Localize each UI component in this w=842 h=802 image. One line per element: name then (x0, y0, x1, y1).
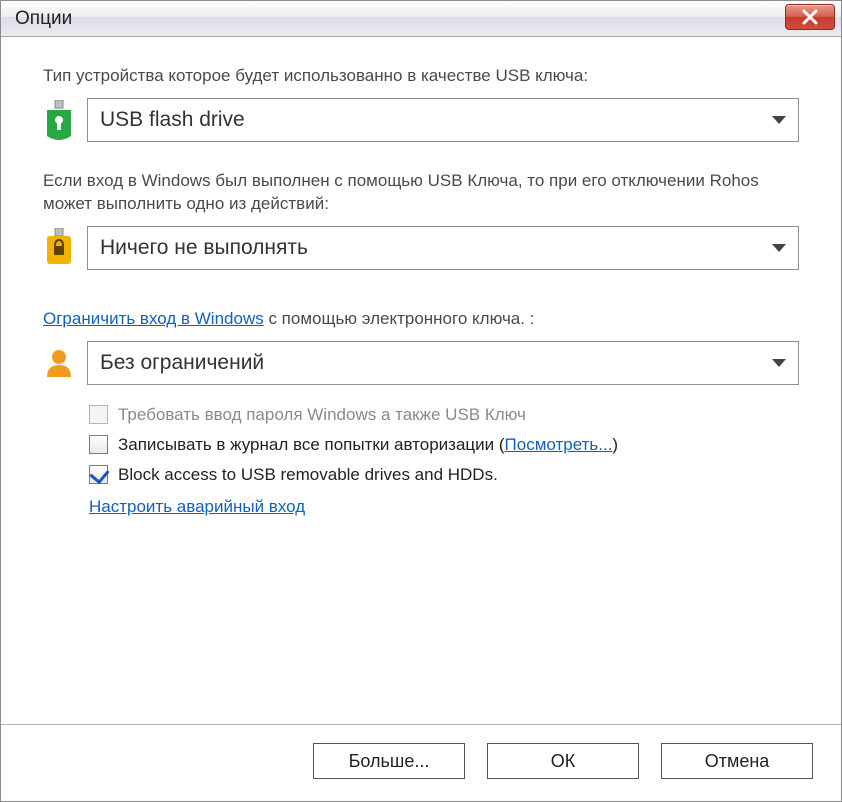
window-title: Опции (15, 8, 72, 30)
log-attempts-checkbox[interactable] (89, 435, 108, 454)
require-password-row: Требовать ввод пароля Windows а также US… (89, 405, 799, 425)
block-usb-row: Block access to USB removable drives and… (89, 465, 799, 485)
require-password-checkbox (89, 405, 108, 424)
block-usb-label: Block access to USB removable drives and… (118, 465, 498, 485)
chevron-down-icon (772, 244, 786, 252)
user-icon (43, 347, 75, 379)
restrict-label-row: Ограничить вход в Windows с помощью элек… (43, 308, 799, 331)
log-attempts-label: Записывать в журнал все попытки авториза… (118, 435, 618, 455)
more-button[interactable]: Больше... (313, 743, 465, 779)
restrict-windows-link[interactable]: Ограничить вход в Windows (43, 309, 264, 328)
device-type-dropdown[interactable]: USB flash drive (87, 98, 799, 142)
require-password-label: Требовать ввод пароля Windows а также US… (118, 405, 526, 425)
on-remove-dropdown[interactable]: Ничего не выполнять (87, 226, 799, 270)
restrict-value: Без ограничений (100, 351, 264, 375)
on-remove-label: Если вход в Windows был выполнен с помощ… (43, 170, 799, 216)
usb-key-lock-icon (43, 228, 75, 268)
button-bar: Больше... ОК Отмена (1, 724, 841, 801)
usb-key-green-icon (43, 100, 75, 140)
device-type-value: USB flash drive (100, 108, 245, 132)
emergency-login-link[interactable]: Настроить аварийный вход (89, 497, 305, 516)
close-button[interactable] (785, 4, 835, 30)
on-remove-value: Ничего не выполнять (100, 236, 308, 260)
ok-button[interactable]: ОК (487, 743, 639, 779)
block-usb-checkbox[interactable] (89, 465, 108, 484)
chevron-down-icon (772, 359, 786, 367)
device-type-label: Тип устройства которое будет использован… (43, 65, 799, 88)
titlebar: Опции (1, 1, 841, 37)
restrict-label-suffix: с помощью электронного ключа. : (264, 309, 535, 328)
content-area: Тип устройства которое будет использован… (1, 37, 841, 724)
log-attempts-row: Записывать в журнал все попытки авториза… (89, 435, 799, 455)
close-icon (801, 8, 819, 26)
chevron-down-icon (772, 116, 786, 124)
cancel-button[interactable]: Отмена (661, 743, 813, 779)
restrict-dropdown[interactable]: Без ограничений (87, 341, 799, 385)
view-log-link[interactable]: Посмотреть... (505, 435, 613, 454)
options-window: Опции Тип устройства которое будет испол… (0, 0, 842, 802)
